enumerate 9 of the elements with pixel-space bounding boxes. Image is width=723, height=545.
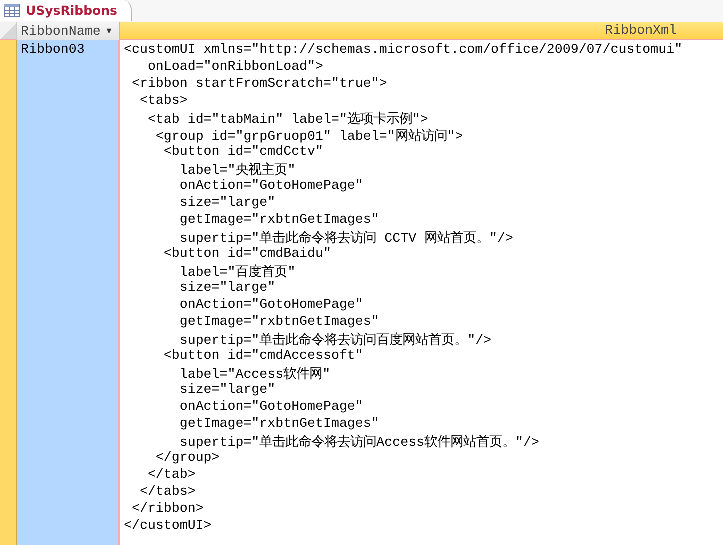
sort-menu-icon[interactable]: ▾ — [106, 26, 112, 36]
table-cell[interactable]: <customUI xmlns="http://schemas.microsoft.com/office/2009/07/customui" onLoad="onRibbonLoad"> <ribbon startFromScratch="true"> <tabs> <tab id="tabMain" label="选项卡示例"> <group id="grpGruop01" label="网站访问"> <button id="cmdCctv" label="央视主页" onAction="GotoHomePage" size="large" getImage="rxbtnGetImages" supertip="单击此命令将去访问 CCTV 网站首页。"/> <button id="cmdBaidu" label="百度首页" size="large" onAction="GotoHomePage" getImage="rxbtnGetImages" supertip="单击此命令将去访问百度网站首页。"/> <button id="cmdAccessoft" label="Access软件网" size="large" onAction="GotoHomePage" getImage="rxbtnGetImages" supertip="单击此命令将去访问Access软件网站首页。"/> </group> </tab> </tabs> </ribbon> </customUI> — [120, 40, 723, 545]
select-all-button[interactable] — [0, 22, 17, 40]
table-cell[interactable]: Ribbon03 — [17, 40, 120, 545]
table-tab[interactable]: USysRibbons — [0, 0, 132, 21]
column-header[interactable]: RibbonXml — [605, 23, 677, 38]
table-icon — [4, 4, 20, 17]
record-selector[interactable] — [0, 40, 17, 545]
column-header[interactable]: RibbonName ▾ — [17, 22, 120, 41]
